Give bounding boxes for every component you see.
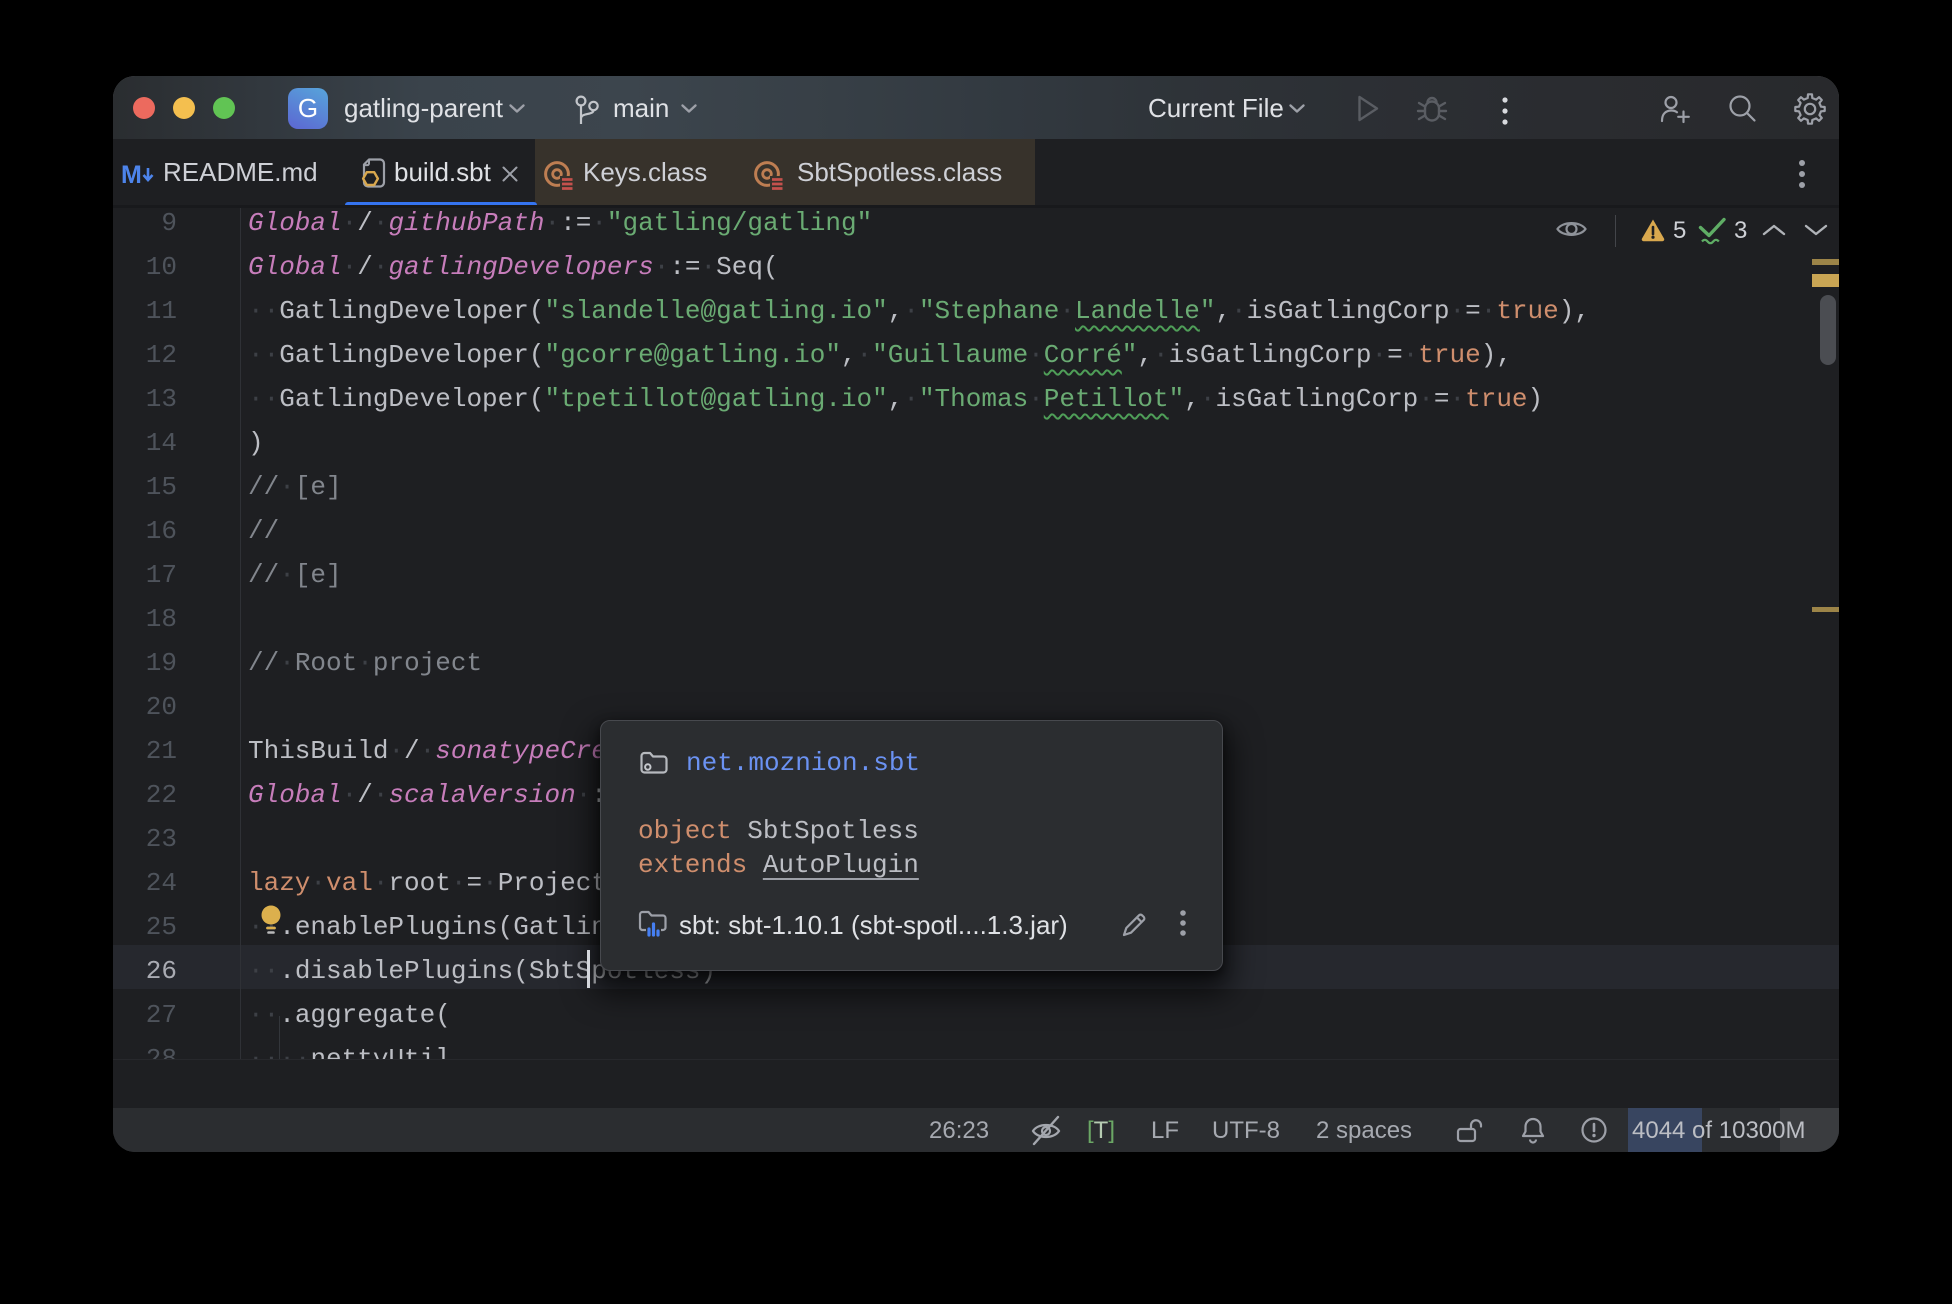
- svg-text:M: M: [121, 161, 142, 189]
